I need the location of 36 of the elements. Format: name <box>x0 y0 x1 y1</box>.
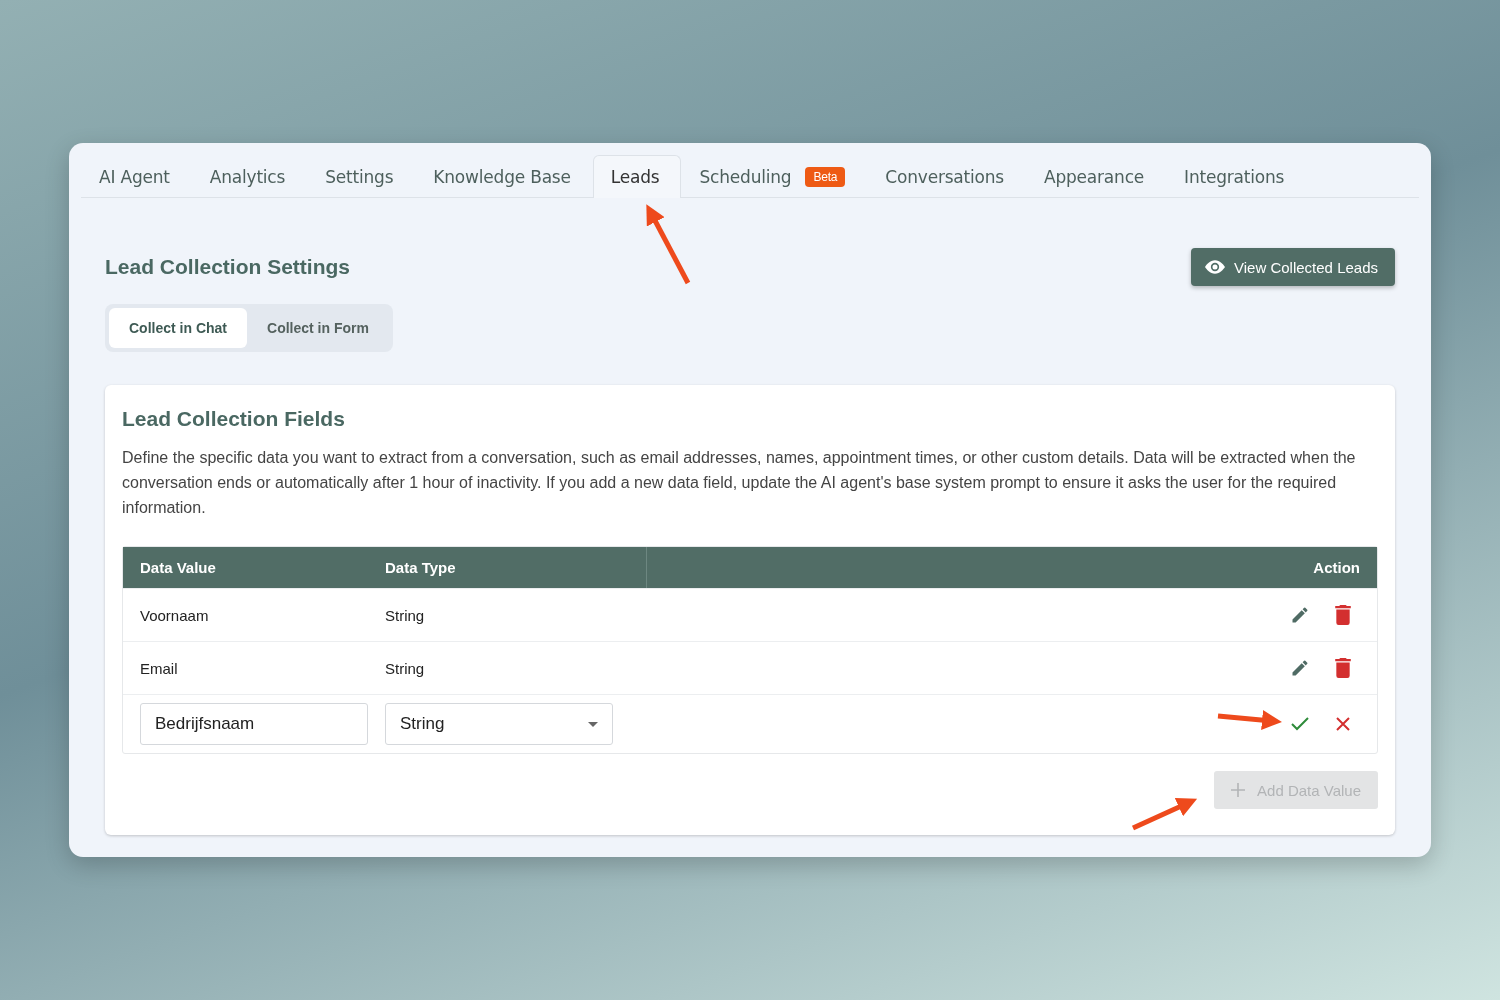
annotation-arrow <box>1217 710 1282 731</box>
plus-icon <box>1231 783 1246 797</box>
tab[interactable]: Analytics <box>191 155 308 198</box>
column-header: Data Type <box>385 547 647 588</box>
beta-badge: Beta <box>805 167 846 187</box>
value-input[interactable]: Bedrijfsnaam <box>140 703 368 745</box>
mode-option[interactable]: Collect in Form <box>247 308 389 348</box>
eye-icon <box>1205 260 1225 274</box>
tab[interactable]: AI Agent <box>81 155 192 198</box>
caret-icon <box>588 721 598 727</box>
type-dropdown[interactable]: String <box>385 703 613 745</box>
tab[interactable]: Conversations <box>867 155 1026 198</box>
pencil-icon[interactable] <box>1290 658 1310 678</box>
table-cell-text: String <box>385 659 426 677</box>
column-header: Action <box>1312 559 1361 576</box>
tab[interactable]: Scheduling Beta <box>681 155 868 198</box>
check-icon[interactable] <box>1290 716 1310 732</box>
page-title: Lead Collection Settings <box>105 255 351 279</box>
card-title: Lead Collection Fields <box>122 407 346 431</box>
annotation-arrow <box>1131 798 1198 831</box>
mode-option[interactable]: Collect in Chat <box>109 308 247 348</box>
trash-icon[interactable] <box>1335 658 1351 678</box>
tab[interactable]: Integrations <box>1166 155 1307 198</box>
table-cell-text: String <box>385 606 426 624</box>
card-description: Define the specific data you want to extract from a conversation, such as email addresses, names, appointment times, or other custom details. Data will be extracted when the conversation ends or automatically after 1 hour of inactivity. If you add a new data field, update the AI agent's base system prompt to ensure it asks the user for the required information. <box>122 448 1357 518</box>
column-header: Data Value <box>139 559 217 576</box>
view-leads-button[interactable]: View Collected Leads <box>1191 248 1395 286</box>
table-cell-text: Voornaam <box>139 606 210 624</box>
tab[interactable]: Knowledge Base <box>415 155 593 198</box>
table-cell-text: Email <box>139 659 179 677</box>
tab[interactable]: Appearance <box>1026 155 1167 198</box>
tab[interactable]: Leads <box>592 155 682 198</box>
pencil-icon[interactable] <box>1290 605 1310 625</box>
close-icon[interactable] <box>1335 716 1351 732</box>
trash-icon[interactable] <box>1335 605 1351 625</box>
tab[interactable]: Settings <box>307 155 416 198</box>
